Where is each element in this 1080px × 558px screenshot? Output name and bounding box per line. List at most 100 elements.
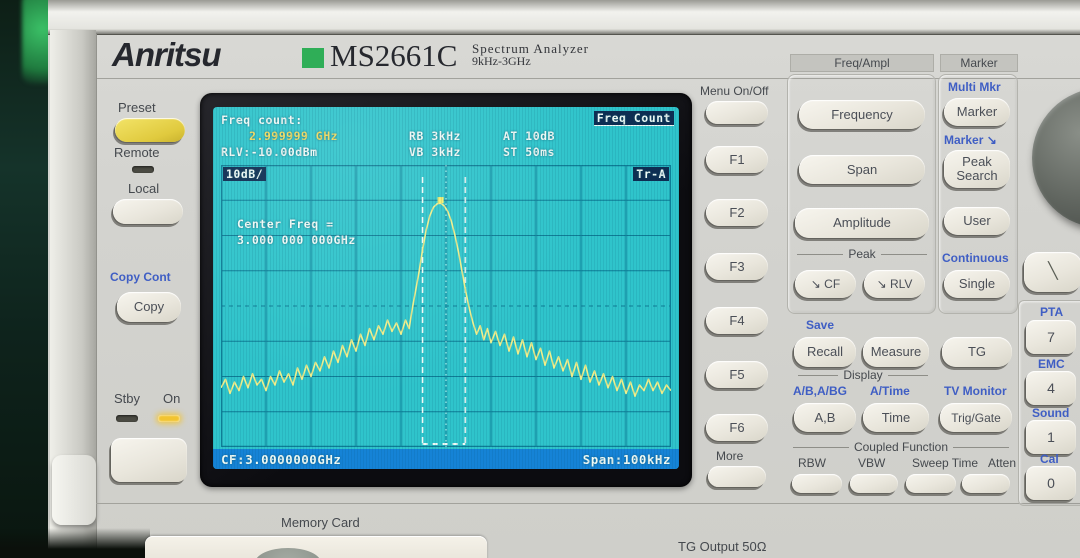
menu-onoff-button[interactable]: [706, 101, 768, 124]
copy-button[interactable]: Copy: [117, 292, 181, 322]
freq-count-menu-title: Freq Count: [593, 111, 674, 126]
on-label: On: [163, 391, 181, 406]
marker-button[interactable]: Marker: [944, 98, 1010, 126]
time-button[interactable]: Time: [863, 403, 929, 432]
background-bottom-left: [0, 528, 150, 558]
local-label: Local: [128, 181, 160, 196]
sweep-time-readout: ST 50ms: [503, 145, 555, 159]
trace-a-label: Tr-A: [633, 167, 669, 181]
atten-readout: AT 10dB: [503, 129, 555, 143]
step-down-key[interactable]: ╲: [1024, 252, 1080, 292]
vbw-label: VBW: [858, 456, 886, 470]
on-led: [158, 415, 180, 422]
freq-count-label: Freq count:: [221, 113, 303, 127]
center-freq-entry-line1: Center Freq =: [237, 217, 334, 231]
cf-readout: CF:3.0000000GHz: [221, 452, 342, 467]
emc-label: EMC: [1038, 357, 1065, 371]
model-description: Spectrum Analyzer 9kHz-3GHz: [472, 42, 589, 68]
instrument-top-edge: [48, 0, 1080, 34]
photo-of-spectrum-analyzer: Anritsu MS2661C Spectrum Analyzer 9kHz-3…: [0, 0, 1080, 558]
fkey-f5[interactable]: F5: [706, 361, 768, 388]
frequency-button[interactable]: Frequency: [799, 100, 925, 129]
recall-button[interactable]: Recall: [794, 337, 856, 367]
fkey-f1[interactable]: F1: [706, 146, 768, 173]
power-button[interactable]: [111, 438, 187, 482]
memory-card-label: Memory Card: [281, 515, 360, 530]
anritsu-logo: Anritsu: [112, 36, 221, 73]
tv-monitor-label: TV Monitor: [944, 384, 1007, 398]
fkey-f3[interactable]: F3: [706, 253, 768, 280]
fkey-f2[interactable]: F2: [706, 199, 768, 226]
vbw-button[interactable]: [850, 474, 898, 493]
stby-led: [116, 415, 138, 422]
sweep-time-label: Sweep Time: [912, 456, 979, 470]
more-button[interactable]: [708, 466, 766, 487]
rbw-readout: RB 3kHz: [409, 129, 461, 143]
amplitude-button[interactable]: Amplitude: [795, 208, 929, 238]
top-seam: [48, 34, 1080, 35]
preset-button[interactable]: [115, 118, 185, 142]
pta-label: PTA: [1040, 305, 1064, 319]
single-button[interactable]: Single: [944, 270, 1010, 298]
copy-cont-label: Copy Cont: [110, 270, 171, 284]
more-label: More: [716, 449, 744, 463]
memory-card-eject-button[interactable]: [255, 548, 321, 558]
peak-search-button[interactable]: Peak Search: [944, 150, 1010, 188]
menu-onoff-label: Menu On/Off: [700, 84, 769, 98]
fkey-f6[interactable]: F6: [706, 414, 768, 441]
freq-count-value: 2.999999 GHz: [249, 129, 339, 143]
ab-button[interactable]: A,B: [794, 403, 856, 432]
trig-gate-button[interactable]: Trig/Gate: [940, 403, 1012, 432]
cal-label: Cal: [1040, 452, 1059, 466]
display-label: Display: [793, 368, 933, 382]
crt-screen: Freq count: Freq Count 2.999999 GHz RB 3…: [213, 107, 679, 469]
preset-label: Preset: [118, 100, 156, 115]
multi-mkr-label: Multi Mkr: [948, 80, 1001, 94]
anritsu-green-square-icon: [302, 48, 324, 68]
tg-output-label: TG Output 50Ω: [678, 539, 767, 554]
span-readout: Span:100kHz: [582, 452, 671, 467]
local-button[interactable]: [113, 199, 183, 224]
marker-to-label: Marker ↘: [944, 133, 997, 147]
continuous-label: Continuous: [942, 251, 1009, 265]
user-button[interactable]: User: [944, 207, 1010, 235]
span-button[interactable]: Span: [799, 155, 925, 184]
key-0[interactable]: 0: [1026, 466, 1076, 500]
marker-section-header: Marker: [940, 54, 1018, 72]
a-time-label: A/Time: [870, 384, 910, 398]
rbw-button[interactable]: [792, 474, 842, 493]
coupled-function-label: Coupled Function: [788, 440, 1014, 454]
vbw-readout: VB 3kHz: [409, 145, 461, 159]
side-seam: [96, 34, 97, 558]
peak-label: Peak: [792, 247, 932, 261]
remote-led: [132, 166, 154, 173]
background-left: [0, 0, 56, 558]
model-number: MS2661C: [330, 38, 458, 73]
instrument-handle: [52, 455, 96, 525]
fkey-f4[interactable]: F4: [706, 307, 768, 334]
bottom-seam: [96, 503, 1080, 504]
atten-button[interactable]: [962, 474, 1010, 493]
frequency-range: 9kHz-3GHz: [472, 54, 531, 68]
ref-level-readout: RLV:-10.00dBm: [221, 145, 318, 159]
rbw-label: RBW: [798, 456, 826, 470]
sweep-time-button[interactable]: [906, 474, 956, 493]
sound-label: Sound: [1032, 406, 1070, 420]
ab-abg-label: A/B,A/BG: [793, 384, 847, 398]
memory-card-slot[interactable]: [145, 536, 487, 558]
peak-to-rlv-button[interactable]: ↘ RLV: [864, 270, 925, 298]
spectrum-graticule: [221, 165, 671, 447]
key-4[interactable]: 4: [1026, 371, 1076, 405]
peak-to-cf-button[interactable]: ↘ CF: [795, 270, 856, 298]
tg-button[interactable]: TG: [942, 337, 1012, 367]
measure-button[interactable]: Measure: [863, 337, 929, 367]
center-freq-entry-line2: 3.000 000 000GHz: [237, 233, 356, 247]
key-1[interactable]: 1: [1026, 420, 1076, 454]
remote-label: Remote: [114, 145, 160, 160]
atten-label: Atten: [988, 456, 1017, 470]
scale-readout: 10dB/: [223, 167, 267, 181]
freq-ampl-section-header: Freq/Ampl: [790, 54, 934, 72]
stby-label: Stby: [114, 391, 141, 406]
save-label: Save: [806, 318, 835, 332]
key-7[interactable]: 7: [1026, 320, 1076, 354]
